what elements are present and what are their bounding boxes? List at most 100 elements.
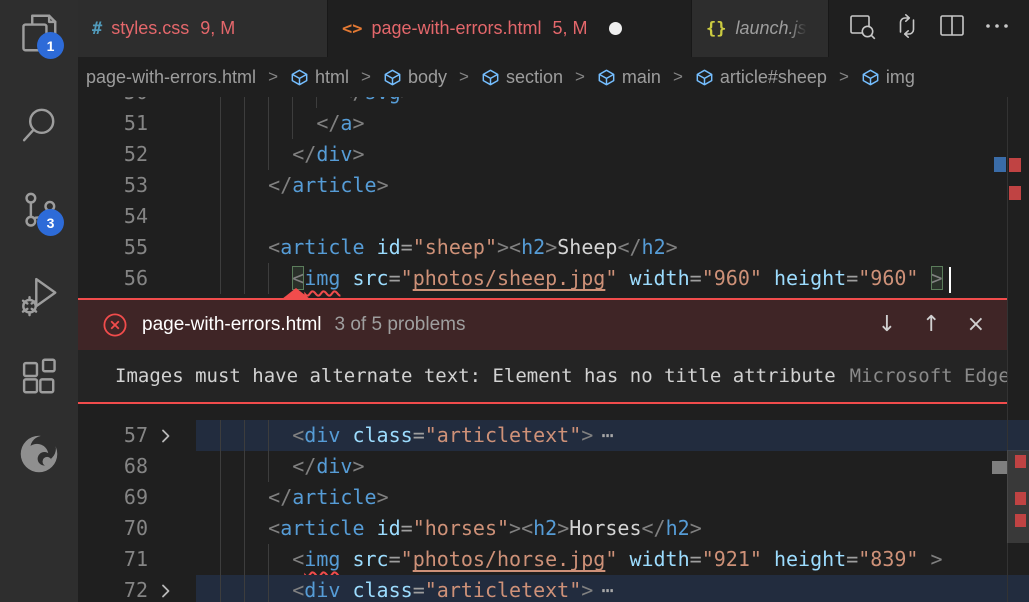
breadcrumb-symbol-html[interactable]: html	[290, 67, 349, 88]
split-editor-button[interactable]	[937, 14, 967, 44]
symbol-cube-icon	[597, 68, 616, 87]
code-line-54[interactable]: 54	[78, 201, 1029, 232]
more-actions-button[interactable]	[982, 14, 1012, 44]
breadcrumb-symbol-body[interactable]: body	[383, 67, 447, 88]
run-debug-icon	[16, 271, 62, 317]
ruler-error-marker	[1009, 158, 1021, 172]
code-line-content[interactable]: <article id="sheep"><h2>Sheep</h2>	[220, 232, 678, 263]
tab-label: launch.js	[735, 18, 806, 39]
edge-icon	[16, 431, 62, 477]
code-line-51[interactable]: 51 </a>	[78, 108, 1029, 139]
code-line-content[interactable]: <article id="horses"><h2>Horses</h2>	[220, 513, 702, 544]
code-line-69[interactable]: 69 </article>	[78, 482, 1029, 513]
code-line-53[interactable]: 53 </article>	[78, 170, 1029, 201]
code-line-content[interactable]: </svg>	[220, 97, 413, 108]
fold-gutter	[148, 451, 184, 482]
open-preview-button[interactable]	[847, 14, 877, 44]
line-number: 68	[78, 451, 148, 482]
ruler-error-marker	[1015, 514, 1026, 527]
breadcrumb-separator: >	[575, 67, 585, 87]
code-line-52[interactable]: 52 </div>	[78, 139, 1029, 170]
breadcrumb-symbol-article-sheep[interactable]: article#sheep	[695, 67, 827, 88]
open-changes-button[interactable]	[892, 14, 922, 44]
breadcrumb-file[interactable]: page-with-errors.html	[86, 67, 256, 88]
tab-page-with-errors-html[interactable]: <>page-with-errors.html5, M	[328, 0, 692, 57]
peek-problem-count: 3 of 5 problems	[335, 314, 466, 336]
ruler-error-marker	[1015, 455, 1026, 468]
code-line-71[interactable]: 71 <img src="photos/horse.jpg" width="92…	[78, 544, 1029, 575]
symbol-cube-icon	[695, 68, 714, 87]
extensions-icon	[16, 353, 62, 399]
fold-chevron-icon[interactable]	[148, 420, 184, 451]
activity-item-search[interactable]	[0, 96, 78, 152]
tab-problems-decoration: 9, M	[200, 18, 235, 39]
fold-chevron-icon[interactable]	[148, 575, 184, 602]
peek-action-buttons: ↓ ↑ ×	[878, 314, 985, 336]
code-line-50[interactable]: 50 </svg>	[78, 97, 1029, 108]
breadcrumb-symbol-label: main	[622, 67, 661, 88]
fold-gutter	[148, 544, 184, 575]
code-line-72[interactable]: 72 <div class="articletext">⋯	[78, 575, 1029, 602]
fold-gutter	[148, 482, 184, 513]
tab-problems-decoration: 5, M	[553, 18, 588, 39]
code-line-content[interactable]: </div>	[220, 451, 365, 482]
open-preview-icon	[847, 11, 877, 46]
breadcrumb-symbol-label: article#sheep	[720, 67, 827, 88]
activity-item-run-debug[interactable]	[0, 266, 78, 322]
line-number: 55	[78, 232, 148, 263]
peek-header: page-with-errors.html 3 of 5 problems ↓ …	[78, 300, 1007, 350]
breadcrumb-separator: >	[268, 67, 278, 87]
symbol-cube-icon	[290, 68, 309, 87]
code-line-57[interactable]: 57 <div class="articletext">⋯	[78, 420, 1029, 451]
breadcrumb-separator: >	[673, 67, 683, 87]
editor-group: #styles.css9, M<>page-with-errors.html5,…	[78, 0, 1029, 602]
code-line-content[interactable]: </article>	[220, 482, 389, 513]
activity-item-source-control[interactable]: 3	[0, 181, 78, 237]
problems-peek-view: page-with-errors.html 3 of 5 problems ↓ …	[78, 298, 1007, 404]
line-number: 50	[78, 97, 148, 108]
line-number: 52	[78, 139, 148, 170]
breadcrumb-symbol-img[interactable]: img	[861, 67, 915, 88]
close-peek-button[interactable]: ×	[967, 314, 985, 336]
code-editor[interactable]: 50 </svg>51 </a>52 </div>53 </article>54…	[78, 97, 1029, 602]
activity-item-explorer[interactable]: 1	[0, 4, 78, 60]
code-line-55[interactable]: 55 <article id="sheep"><h2>Sheep</h2>	[78, 232, 1029, 263]
code-line-68[interactable]: 68 </div>	[78, 451, 1029, 482]
activity-badge: 1	[37, 32, 64, 59]
code-line-content[interactable]: </article>	[220, 170, 389, 201]
code-line-content[interactable]: <img src="photos/horse.jpg" width="921" …	[220, 544, 943, 575]
breadcrumb-symbol-section[interactable]: section	[481, 67, 563, 88]
tab-label: page-with-errors.html	[371, 18, 541, 39]
fold-gutter	[148, 108, 184, 139]
fold-gutter	[148, 513, 184, 544]
problem-message-row[interactable]: Images must have alternate text: Element…	[78, 350, 1007, 402]
tab-launch-json[interactable]: {} launch.js	[692, 0, 829, 57]
code-line-content[interactable]: <div class="articletext">⋯	[220, 420, 613, 451]
json-icon: {}	[706, 19, 726, 39]
next-problem-button[interactable]: ↓	[878, 314, 896, 336]
line-number: 71	[78, 544, 148, 575]
ellipsis-icon	[982, 11, 1012, 46]
search-icon	[16, 101, 62, 147]
code-line-content[interactable]: <img src="photos/sheep.jpg" width="960" …	[220, 263, 951, 294]
fold-gutter	[148, 170, 184, 201]
fold-gutter	[148, 97, 184, 108]
breadcrumb-symbol-main[interactable]: main	[597, 67, 661, 88]
code-line-content[interactable]: </div>	[220, 139, 365, 170]
peek-arrow	[282, 288, 310, 299]
code-line-content[interactable]: </a>	[220, 108, 365, 139]
symbol-cube-icon	[481, 68, 500, 87]
problem-message: Images must have alternate text: Element…	[115, 365, 836, 387]
code-line-56[interactable]: 56 <img src="photos/sheep.jpg" width="96…	[78, 263, 1029, 294]
error-circle-icon	[102, 312, 128, 338]
code-line-70[interactable]: 70 <article id="horses"><h2>Horses</h2>	[78, 513, 1029, 544]
breadcrumb-symbol-label: body	[408, 67, 447, 88]
previous-problem-button[interactable]: ↑	[922, 314, 940, 336]
css-icon: #	[92, 19, 102, 39]
dirty-indicator[interactable]	[609, 22, 622, 35]
activity-item-extensions[interactable]	[0, 348, 78, 404]
tab-label: styles.css	[111, 18, 189, 39]
activity-item-edge-devtools[interactable]	[0, 426, 78, 482]
tab-styles-css[interactable]: # styles.css 9, M	[78, 0, 328, 57]
code-line-content[interactable]: <div class="articletext">⋯	[220, 575, 613, 602]
